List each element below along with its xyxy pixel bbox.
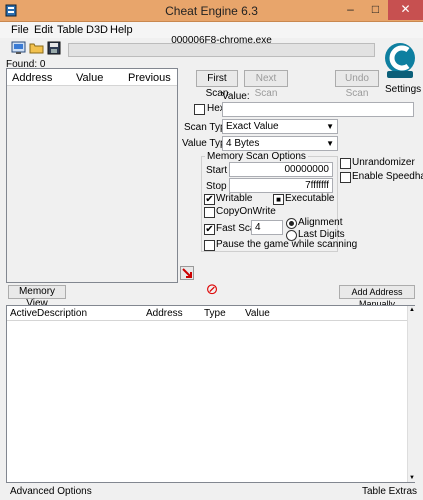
hex-checkbox[interactable] — [194, 104, 205, 115]
col-address[interactable]: Address — [146, 308, 183, 319]
minimize-button[interactable]: – — [338, 0, 363, 20]
vertical-scrollbar[interactable]: ▲ ▼ — [407, 306, 415, 482]
executable-label: Executable — [285, 193, 335, 204]
settings-link[interactable]: Settings — [385, 84, 421, 95]
open-process-button[interactable] — [11, 41, 26, 55]
unrandomizer-label: Unrandomizer — [352, 157, 415, 168]
memory-scan-options-title: Memory Scan Options — [205, 151, 308, 162]
undo-scan-button[interactable]: Undo Scan — [335, 70, 379, 99]
col-type[interactable]: Type — [204, 308, 226, 319]
menu-file[interactable]: File — [11, 24, 29, 36]
unrandomizer-checkbox[interactable] — [340, 158, 351, 169]
start-label: Start — [206, 165, 228, 176]
scroll-up-icon[interactable]: ▲ — [408, 306, 416, 314]
add-to-list-arrow-icon[interactable] — [180, 266, 194, 280]
col-active[interactable]: Active — [10, 308, 37, 319]
pause-game-checkbox[interactable] — [204, 240, 215, 251]
pause-game-label: Pause the game while scanning — [216, 239, 358, 250]
memory-view-button[interactable]: Memory View — [8, 285, 66, 309]
address-list-header: Active Description Address Type Value — [7, 306, 407, 321]
value-type-select[interactable]: 4 Bytes ▼ — [222, 136, 338, 151]
stop-icon[interactable]: ⊘ — [205, 282, 219, 297]
cheat-engine-logo[interactable] — [382, 40, 418, 82]
first-scan-button[interactable]: First Scan — [196, 70, 238, 99]
writable-label: Writable — [216, 193, 253, 204]
value-type-value: 4 Bytes — [226, 138, 260, 149]
chevron-down-icon: ▼ — [326, 139, 334, 148]
table-extras-link[interactable]: Table Extras — [362, 486, 417, 497]
save-icon[interactable] — [47, 41, 62, 55]
col-description[interactable]: Description — [37, 308, 87, 319]
found-list-header: Address Value Previous — [7, 69, 177, 86]
fast-scan-checkbox[interactable]: ✔ — [204, 224, 215, 235]
chevron-down-icon: ▼ — [326, 122, 334, 131]
title-bar: Cheat Engine 6.3 – □ ✕ — [0, 0, 423, 22]
advanced-options-link[interactable]: Advanced Options — [10, 486, 92, 497]
col-previous[interactable]: Previous — [128, 72, 171, 84]
stop-address-input[interactable]: 7fffffff — [229, 178, 333, 193]
speedhack-label: Enable Speedhack — [352, 171, 423, 182]
open-folder-icon[interactable] — [29, 41, 44, 55]
copyonwrite-checkbox[interactable] — [204, 207, 215, 218]
alignment-label: Alignment — [298, 217, 343, 228]
value-input[interactable] — [222, 102, 414, 117]
stop-label: Stop — [206, 181, 227, 192]
found-list[interactable]: Address Value Previous — [6, 68, 178, 283]
copyonwrite-label: CopyOnWrite — [216, 206, 276, 217]
col-value[interactable]: Value — [245, 308, 270, 319]
col-value[interactable]: Value — [76, 72, 103, 84]
executable-checkbox[interactable]: ■ — [273, 194, 284, 205]
menu-edit[interactable]: Edit — [34, 24, 53, 36]
start-address-input[interactable]: 00000000 — [229, 162, 333, 177]
col-address[interactable]: Address — [12, 72, 52, 84]
scan-type-select[interactable]: Exact Value ▼ — [222, 119, 338, 134]
scroll-down-icon[interactable]: ▼ — [408, 474, 416, 482]
maximize-button[interactable]: □ — [363, 0, 388, 20]
alignment-radio[interactable] — [286, 218, 297, 229]
fast-scan-input[interactable]: 4 — [251, 220, 283, 235]
address-list[interactable]: Active Description Address Type Value ▲ … — [6, 305, 415, 483]
writable-checkbox[interactable]: ✔ — [204, 194, 215, 205]
next-scan-button[interactable]: Next Scan — [244, 70, 288, 99]
close-button[interactable]: ✕ — [388, 0, 423, 20]
process-name: 000006F8-chrome.exe — [171, 35, 272, 46]
value-label: Value: — [222, 91, 250, 102]
speedhack-checkbox[interactable] — [340, 172, 351, 183]
scan-type-value: Exact Value — [226, 121, 279, 132]
add-address-manually-button[interactable]: Add Address Manually — [339, 285, 415, 309]
